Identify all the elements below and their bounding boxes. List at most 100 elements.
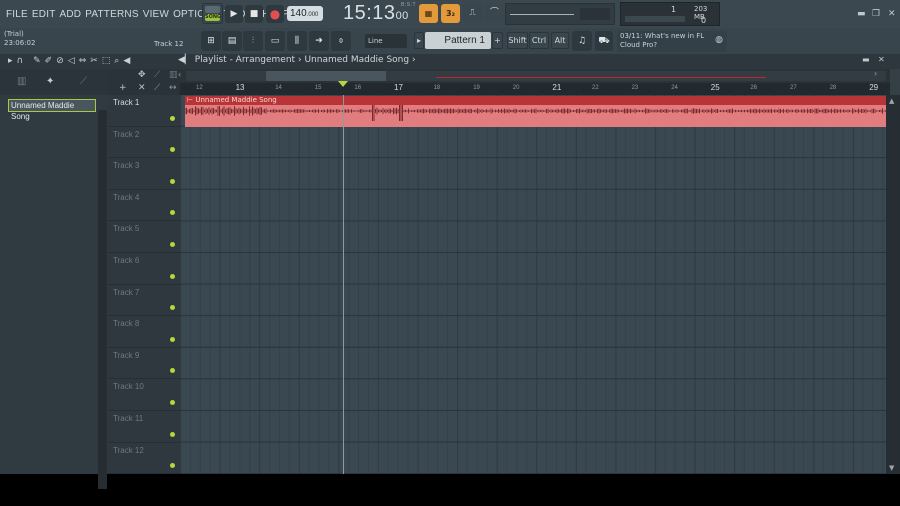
select-icon[interactable]: ⬚ [102,56,111,66]
add-pattern-button[interactable]: + [492,32,503,49]
track-header-1[interactable]: Track 1 [108,95,180,127]
playlist-icon[interactable]: ⊞ [201,31,221,51]
group-icon[interactable]: ▥ [169,70,178,80]
snap-selector[interactable]: Line [365,34,407,48]
add-track-icon[interactable]: + [119,83,127,93]
slip-icon[interactable]: ⇔ [79,56,87,66]
track-active-led[interactable] [170,336,175,342]
fold-icon[interactable]: ⟋ [154,83,160,93]
audio-clip[interactable]: ⊢ Unnamed Maddie Song [185,96,886,127]
picker-scrollbar[interactable] [98,110,107,489]
vertical-scrollbar[interactable]: ▲ ▼ [886,95,900,474]
alt-button[interactable]: Alt [551,32,569,49]
timeline-ruler[interactable]: ‹ 12 13 14 15 16 17 18 19 20 21 22 23 24 25 26 27 28 29 [178,69,890,95]
channel-rack-icon[interactable]: ⫶ [243,31,263,51]
minimize-button[interactable]: ▬ [857,9,866,19]
scroll-left-icon[interactable]: ‹ [178,70,181,79]
playback-icon[interactable]: ◀ [123,56,130,66]
playlist-close-button[interactable]: ✕ [878,55,885,64]
link-icon[interactable]: ⟋ [154,70,160,80]
horizontal-scroll-thumb[interactable] [266,71,386,81]
menu-add[interactable]: ADD [60,9,82,20]
track-header-2[interactable]: Track 2 [108,127,180,159]
step-edit-button[interactable]: 3₂ [441,4,460,23]
arrow-right-icon[interactable]: ➜ [309,31,329,51]
mixer-icon[interactable]: ⫼ [287,31,307,51]
pat-mode[interactable] [205,6,220,13]
typing-keyboard-button[interactable]: ⎍ [463,4,482,23]
track-active-led[interactable] [170,273,175,279]
track-header-8[interactable]: Track 8 [108,316,180,348]
resize-icon[interactable]: ↔ [169,83,177,93]
mute-icon[interactable]: ◁ [68,56,75,66]
options-arrow-icon[interactable]: ▸ [8,56,13,66]
scroll-down-icon[interactable]: ▼ [889,464,894,472]
track-header-11[interactable]: Track 11 [108,411,180,443]
track-header-3[interactable]: Track 3 [108,158,180,190]
track-active-led[interactable] [170,463,175,469]
track-header-9[interactable]: Track 9 [108,348,180,380]
track-header-10[interactable]: Track 10 [108,379,180,411]
shift-button[interactable]: Shift [507,32,528,49]
maximize-button[interactable]: ❐ [872,9,880,19]
playlist-minimize-button[interactable]: ▬ [862,55,870,64]
track-active-led[interactable] [170,431,175,437]
picker-automation-icon[interactable]: ⟋ [80,76,87,87]
record-button[interactable]: ● [266,5,284,23]
horizontal-scrollbar[interactable] [186,71,886,81]
piano-roll-icon[interactable]: ▤ [222,31,242,51]
picker-item-audio-clip[interactable]: Unnamed Maddie Song [8,99,96,121]
magnet-icon[interactable]: ∩ [17,56,24,66]
menu-patterns[interactable]: PATTERNS [85,9,138,20]
scroll-up-icon[interactable]: ▲ [889,97,894,105]
browser-icon[interactable]: ▭ [265,31,285,51]
microphone-icon[interactable]: ⌽ [331,31,351,51]
stop-button[interactable]: ■ [245,5,263,23]
track-header-6[interactable]: Track 6 [108,253,180,285]
track-active-led[interactable] [170,210,175,216]
tempo-display[interactable]: 140.000 [287,6,323,21]
song-mode[interactable]: SONG [205,14,221,21]
play-button[interactable]: ▶ [225,5,243,23]
pencil-icon[interactable]: ✎ [33,56,41,66]
blend-notes-button[interactable]: ⌒ [485,4,504,23]
scroll-right-icon[interactable]: › [874,69,900,83]
playhead-marker[interactable] [338,81,348,87]
metronome-button[interactable]: ▦ [419,4,438,23]
track-header-5[interactable]: Track 5 [108,221,180,253]
close-button[interactable]: ✕ [888,9,896,19]
delete-icon[interactable]: ⊘ [56,56,64,66]
track-active-led[interactable] [170,241,175,247]
clip-menu-icon[interactable]: ⊢ [187,96,193,104]
bar-numbers[interactable]: 12 13 14 15 16 17 18 19 20 21 22 23 24 25 26 27 28 29 [180,83,890,95]
track-active-led[interactable] [170,399,175,405]
arrangement-grid[interactable]: ⊢ Unnamed Maddie Song [180,95,886,474]
zoom-icon[interactable]: ⌕ [114,56,119,66]
audio-clip-header[interactable]: ⊢ Unnamed Maddie Song [185,96,886,105]
track-active-led[interactable] [170,178,175,184]
track-header-12[interactable]: Track 12 [108,443,180,475]
menu-edit[interactable]: EDIT [32,9,56,20]
track-header-7[interactable]: Track 7 [108,285,180,317]
pattern-prev-button[interactable]: ▸ [414,32,424,49]
shop-cart-icon[interactable]: ⛟ [595,31,613,51]
menu-view[interactable]: VIEW [143,9,169,20]
pattern-selector[interactable]: Pattern 1 [425,32,491,49]
picker-pattern-icon[interactable]: ▥ [17,76,26,87]
news-panel[interactable]: 03/11: What's new in FL Cloud Pro? ◍ [617,31,727,52]
tempo-tap-icon[interactable]: ♫ [572,31,592,51]
song-position-clock[interactable]: 15:1300 B:S:T [343,2,416,25]
track-header-4[interactable]: Track 4 [108,190,180,222]
track-active-led[interactable] [170,305,175,311]
menu-file[interactable]: FILE [6,9,28,20]
track-active-led[interactable] [170,147,175,153]
track-active-led[interactable] [170,368,175,374]
ctrl-button[interactable]: Ctrl [529,32,549,49]
multi-track-icon[interactable]: ✥ [138,70,146,80]
slice-icon[interactable]: ✂ [90,56,98,66]
remove-track-icon[interactable]: ✕ [138,83,146,93]
pat-song-toggle[interactable]: SONG [202,3,223,24]
track-active-led[interactable] [170,115,175,121]
brush-icon[interactable]: ✐ [45,56,53,66]
picker-audio-icon[interactable]: ✦ [46,76,54,87]
